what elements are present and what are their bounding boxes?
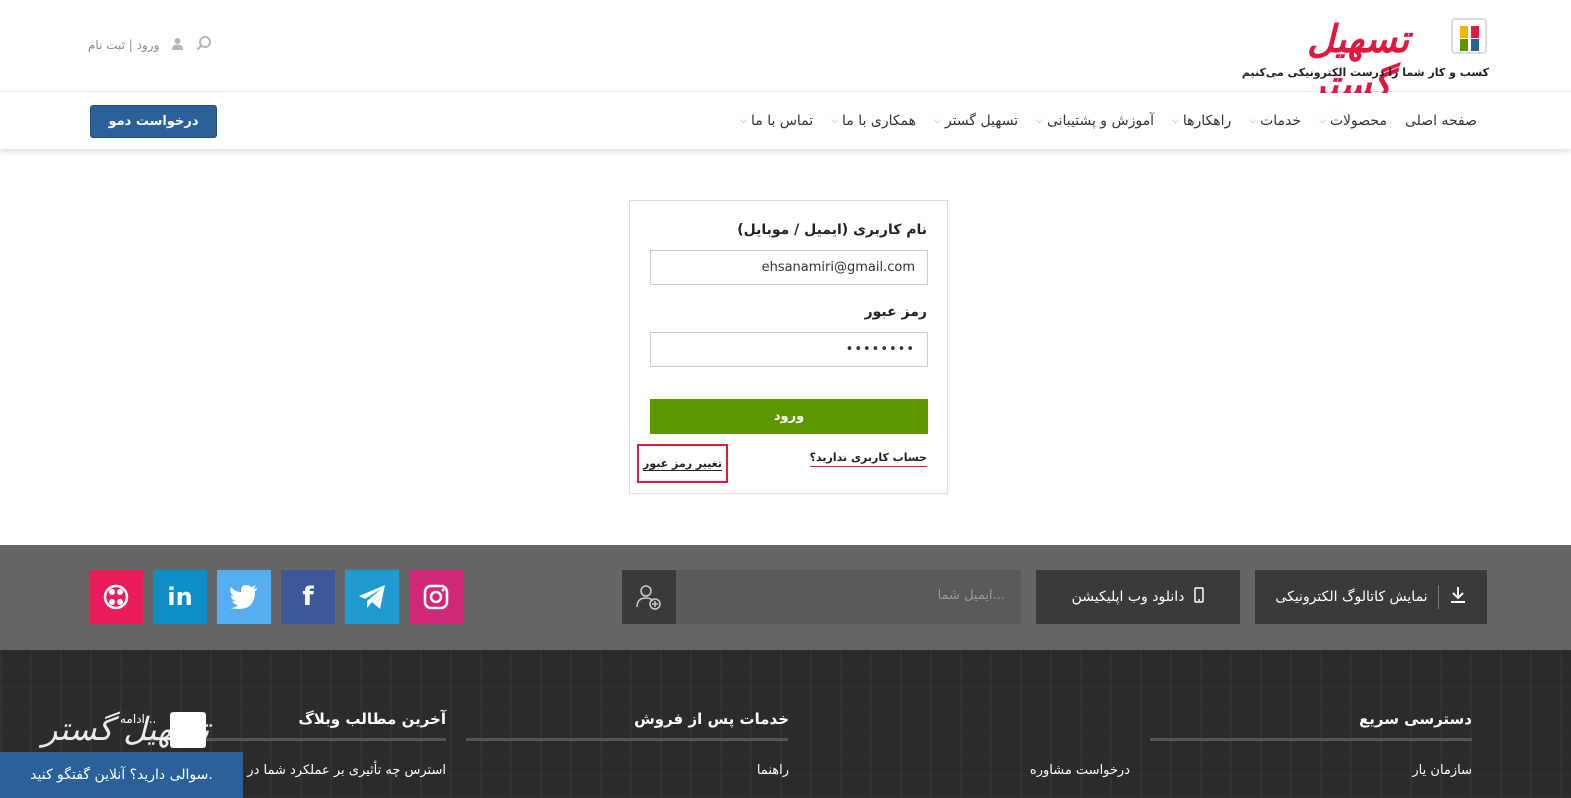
footer-col-title-quick-access: دسترسی سریع xyxy=(1358,710,1472,728)
nav-label: خدمات xyxy=(1260,113,1302,129)
nav-products[interactable]: محصولات ⌵ xyxy=(1319,113,1387,129)
footer-col-divider xyxy=(466,738,788,741)
catalog-label: نمایش کاتالوگ الکترونیکی xyxy=(1275,589,1428,605)
catalog-button[interactable]: نمایش کاتالوگ الکترونیکی xyxy=(1255,570,1487,624)
username-input[interactable]: ehsanamiri@gmail.com xyxy=(650,250,928,285)
chevron-down-icon: ⌵ xyxy=(1171,116,1179,126)
webapp-label: دانلود وب اپلیکیشن xyxy=(1071,589,1185,605)
site-logo[interactable]: تسهیل گستر کسب و کار شما را درست الکترون… xyxy=(1242,14,1489,106)
linkedin-icon[interactable]: in xyxy=(153,570,207,624)
facebook-icon[interactable]: f xyxy=(281,570,335,624)
main-menu: صفحه اصلی محصولات ⌵ خدمات ⌵ راهکارها ⌵ آموز… xyxy=(740,93,1477,149)
nav-services[interactable]: خدمات ⌵ xyxy=(1249,113,1301,129)
nav-about[interactable]: تسهیل گستر ⌵ xyxy=(934,113,1018,129)
nav-label: صفحه اصلی xyxy=(1404,113,1477,129)
login-register-link[interactable]: ورود | ثبت نام xyxy=(88,38,159,52)
footer-toolbar: نمایش کاتالوگ الکترونیکی دانلود وب اپلیک… xyxy=(0,545,1571,650)
download-icon xyxy=(1449,586,1467,608)
divider xyxy=(1437,585,1439,609)
telegram-icon[interactable] xyxy=(345,570,399,624)
footer-col-divider xyxy=(1150,738,1472,741)
login-form: نام کاربری (ایمیل / موبایل) ehsanamiri@g… xyxy=(629,200,948,494)
request-demo-button[interactable]: درخواست دمو xyxy=(90,105,217,138)
nav-home[interactable]: صفحه اصلی xyxy=(1405,113,1477,129)
nav-label: تسهیل گستر xyxy=(944,113,1019,129)
user-icon xyxy=(171,37,184,54)
footer-link-sazmanyar[interactable]: سازمان یار xyxy=(1412,763,1472,778)
chevron-down-icon: ⌵ xyxy=(934,116,941,126)
webapp-download-button[interactable]: دانلود وب اپلیکیشن xyxy=(1036,570,1240,624)
footer-blog-post-link[interactable]: استرس چه تأثیری بر عملکرد شما در م xyxy=(235,763,446,778)
nav-label: راهکارها xyxy=(1182,113,1232,129)
nav-partners[interactable]: همکاری با ما ⌵ xyxy=(831,113,916,129)
nav-label: تماس با ما xyxy=(751,113,814,129)
signup-link[interactable]: حساب کاربری ندارید؟ xyxy=(809,451,927,467)
password-label: رمز عبور xyxy=(864,304,927,320)
nav-label: همکاری با ما xyxy=(842,113,917,129)
footer-link-guide[interactable]: راهنما xyxy=(757,763,789,778)
footer-col-title-blog: آخرین مطالب وبلاگ xyxy=(298,710,446,728)
change-password-highlight: تغییر رمز عبور xyxy=(637,444,728,483)
aparat-icon[interactable] xyxy=(89,570,143,624)
site-header: تسهیل گستر کسب و کار شما را درست الکترون… xyxy=(0,0,1571,106)
login-button[interactable]: ورود xyxy=(650,399,928,434)
instagram-icon[interactable] xyxy=(409,570,463,624)
footer-link-consultation[interactable]: درخواست مشاوره xyxy=(1030,763,1130,778)
chat-logo-mark-icon xyxy=(170,712,206,748)
logo-mark-icon xyxy=(1451,18,1487,54)
password-input[interactable]: •••••••• xyxy=(650,332,928,367)
chevron-down-icon: ⌵ xyxy=(831,116,839,126)
online-chat-button[interactable]: سوالی دارید؟ آنلاین گفتگو کنید. xyxy=(0,752,243,798)
main-navbar: صفحه اصلی محصولات ⌵ خدمات ⌵ راهکارها ⌵ آموز… xyxy=(0,93,1571,149)
logo-tagline: کسب و کار شما را درست الکترونیکی می‌کنیم xyxy=(1241,66,1489,79)
newsletter-form: ایمیل شما... xyxy=(622,570,1021,624)
chevron-down-icon: ⌵ xyxy=(740,116,748,126)
newsletter-email-input[interactable]: ایمیل شما... xyxy=(938,588,1005,603)
chevron-down-icon: ⌵ xyxy=(1036,116,1043,126)
user-box: ورود | ثبت نام xyxy=(88,36,212,54)
nav-label: آموزش و پشتیبانی xyxy=(1046,113,1154,129)
nav-contact[interactable]: تماس با ما ⌵ xyxy=(740,113,813,129)
add-user-icon[interactable] xyxy=(622,570,676,624)
nav-solutions[interactable]: راهکارها ⌵ xyxy=(1172,113,1231,129)
footer-col-title-after-sales: خدمات پس از فروش xyxy=(634,710,789,728)
change-password-link[interactable]: تغییر رمز عبور xyxy=(642,457,723,471)
chevron-down-icon: ⌵ xyxy=(1249,116,1257,126)
mobile-icon xyxy=(1194,587,1205,607)
twitter-icon[interactable] xyxy=(217,570,271,624)
chevron-down-icon: ⌵ xyxy=(1319,116,1326,126)
search-icon[interactable] xyxy=(196,35,212,55)
nav-label: محصولات xyxy=(1329,113,1387,129)
nav-support[interactable]: آموزش و پشتیبانی ⌵ xyxy=(1036,113,1154,129)
username-label: نام کاربری (ایمیل / موبایل) xyxy=(737,222,927,238)
